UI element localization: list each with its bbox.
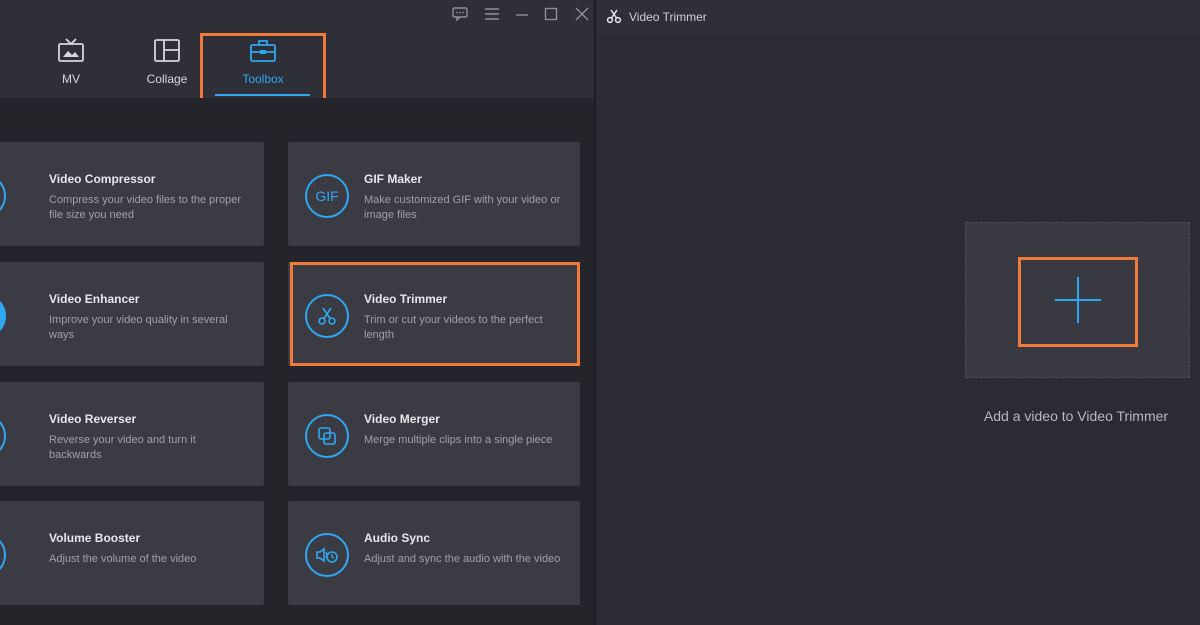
tab-label: Collage	[146, 72, 188, 86]
tool-card-video-reverser[interactable]: Video Reverser Reverse your video and tu…	[0, 382, 264, 486]
tool-description: Reverse your video and turn it backwards	[49, 434, 196, 461]
add-video-caption: Add a video to Video Trimmer	[983, 408, 1169, 424]
toolbox-tab-highlight	[200, 33, 326, 105]
rewind-icon	[0, 414, 6, 458]
tool-card-video-enhancer[interactable]: Video Enhancer Improve your video qualit…	[0, 262, 264, 366]
video-trimmer-window: Video Trimmer Add a video to Video Trimm…	[596, 0, 1200, 625]
collage-icon	[132, 38, 202, 66]
tool-title: Video Enhancer	[49, 292, 140, 306]
tool-description: Adjust the volume of the video	[49, 553, 197, 565]
video-trimmer-highlight	[290, 262, 580, 366]
tool-title: Volume Booster	[49, 531, 141, 545]
tool-card-volume-booster[interactable]: Volume Booster Adjust the volume of the …	[0, 501, 264, 605]
tool-title: Video Compressor	[49, 172, 156, 186]
audio-sync-icon	[305, 533, 349, 577]
scissors-icon	[606, 8, 622, 29]
add-video-button[interactable]	[1018, 257, 1138, 347]
toolbox-window: MV Collage Toolbox Video Compressor Comp…	[0, 0, 594, 625]
tab-mv[interactable]: MV	[36, 38, 106, 90]
trimmer-title: Video Trimmer	[629, 10, 707, 24]
tool-card-video-merger[interactable]: Video Merger Merge multiple clips into a…	[288, 382, 580, 486]
mv-icon	[36, 38, 106, 66]
tool-description: Merge multiple clips into a single piece	[364, 434, 553, 446]
close-icon[interactable]	[572, 5, 592, 23]
tool-description: Make customized GIF with your video or i…	[364, 194, 561, 221]
volume-icon	[0, 533, 6, 577]
gif-icon: GIF	[305, 174, 349, 218]
merge-icon	[305, 414, 349, 458]
tool-card-audio-sync[interactable]: Audio Sync Adjust and sync the audio wit…	[288, 501, 580, 605]
tool-title: GIF Maker	[364, 172, 423, 186]
trimmer-title-bar: Video Trimmer	[596, 0, 1200, 34]
minimize-icon[interactable]	[512, 5, 532, 23]
compress-icon	[0, 174, 6, 218]
palette-icon	[0, 294, 6, 338]
tool-title: Video Reverser	[49, 412, 137, 426]
tool-description: Compress your video files to the proper …	[49, 194, 241, 221]
feedback-icon[interactable]	[450, 5, 470, 23]
plus-icon	[1052, 274, 1104, 331]
tab-collage[interactable]: Collage	[132, 38, 202, 90]
maximize-icon[interactable]	[541, 5, 561, 23]
tool-description: Improve your video quality in several wa…	[49, 314, 228, 341]
tool-title: Audio Sync	[364, 531, 431, 545]
tab-label: MV	[62, 72, 80, 86]
tool-card-gif-maker[interactable]: GIF GIF Maker Make customized GIF with y…	[288, 142, 580, 246]
tool-card-video-compressor[interactable]: Video Compressor Compress your video fil…	[0, 142, 264, 246]
tool-title: Video Merger	[364, 412, 440, 426]
tool-description: Adjust and sync the audio with the video	[364, 553, 561, 565]
menu-icon[interactable]	[482, 5, 502, 23]
